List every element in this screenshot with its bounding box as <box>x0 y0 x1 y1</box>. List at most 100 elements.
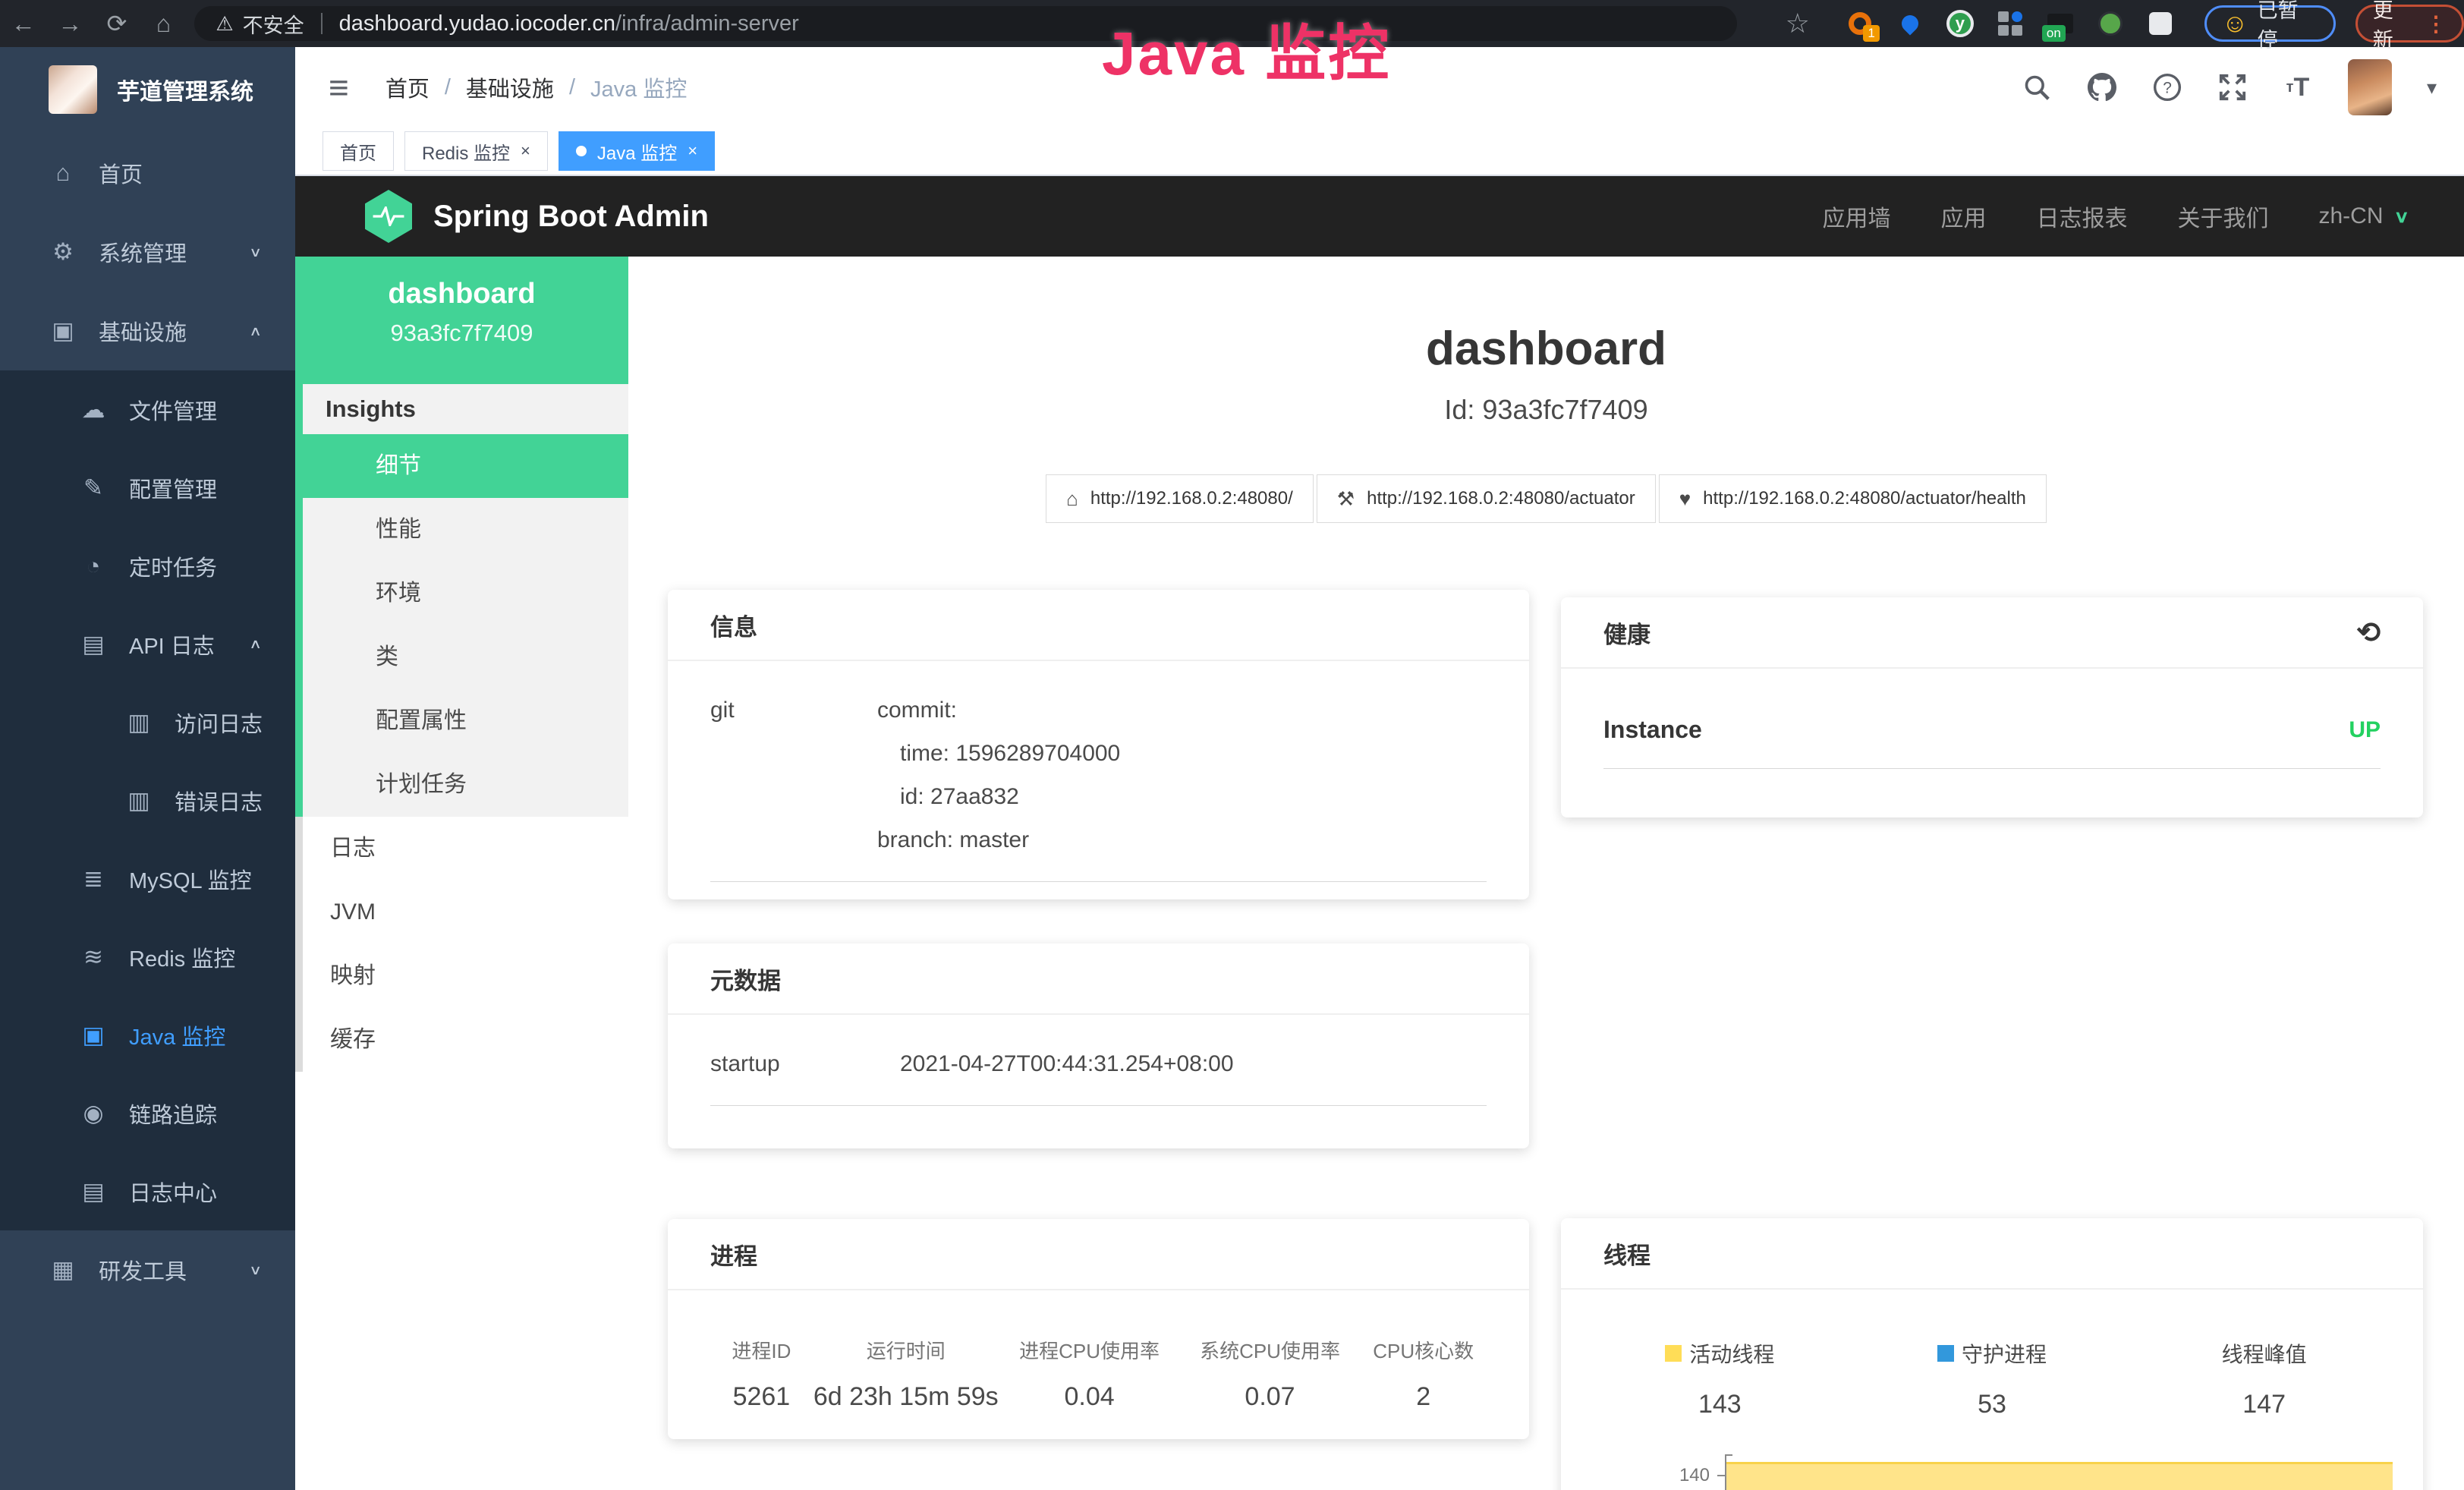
sba-nav-applications[interactable]: 应用 <box>1940 200 1986 233</box>
insights-group-title: Insights <box>303 384 628 434</box>
paused-label: 已暂停 <box>2258 0 2318 53</box>
sba-item-caches[interactable]: 缓存 <box>303 1008 628 1072</box>
url-path: /infra/admin-server <box>615 11 799 36</box>
infrastructure-submenu: ☁ 文件管理 ✎ 配置管理 ◔ 定时任务 ▤ API 日志 ∧ ▥ <box>0 370 295 1230</box>
extension-icon[interactable] <box>2097 10 2124 37</box>
extension-icon[interactable] <box>1997 10 2024 37</box>
sba-nav-journal[interactable]: 日志报表 <box>2036 200 2127 233</box>
close-icon[interactable]: × <box>688 143 697 159</box>
sidebar-item-access-logs[interactable]: ▥ 访问日志 <box>0 683 295 761</box>
sidebar-item-api-logs[interactable]: ▤ API 日志 ∧ <box>0 605 295 683</box>
process-stat: 系统CPU使用率 0.07 <box>1180 1336 1361 1412</box>
breadcrumb-infrastructure[interactable]: 基础设施 <box>466 71 554 103</box>
sidebar-item-home[interactable]: ⌂ 首页 <box>0 134 295 213</box>
annotation-java-monitor: Java 监控 <box>1102 5 1391 93</box>
metadata-card-header: 元数据 <box>668 943 1529 1015</box>
sidebar-item-java-monitor[interactable]: ▣ Java 监控 <box>0 996 295 1074</box>
history-icon[interactable]: ⟲ <box>2356 616 2381 650</box>
status-badge: UP <box>2349 717 2381 743</box>
breadcrumb-home[interactable]: 首页 <box>385 71 430 103</box>
screenshot-root: ← → ⟳ ⌂ ⚠ 不安全 dashboard.yudao.iocoder.cn… <box>0 0 2464 1490</box>
tags-view-bar: 首页 Redis 监控 × Java 监控 × <box>295 128 2464 176</box>
sidebar-item-system-management[interactable]: ⚙ 系统管理 ∨ <box>0 213 295 291</box>
locale-selector[interactable]: zh-CN ∨ <box>2318 203 2409 229</box>
close-icon[interactable]: × <box>521 143 530 159</box>
puzzle-extension-icon[interactable] <box>2147 10 2174 37</box>
browser-home-button[interactable]: ⌂ <box>140 10 187 38</box>
sidebar-item-scheduled-tasks[interactable]: ◔ 定时任务 <box>0 527 295 605</box>
sba-brand-title: Spring Boot Admin <box>433 200 709 234</box>
sba-item-logs[interactable]: 日志 <box>303 817 628 880</box>
process-card: 进程 进程ID 5261 运行时间 6d 23h 15m 59s 进程C <box>668 1219 1529 1439</box>
admin-sidebar: 芋道管理系统 ⌂ 首页 ⚙ 系统管理 ∨ ▣ 基础设施 ∧ ☁ 文件管理 <box>0 47 295 1490</box>
page-instance-id: Id: 93a3fc7f7409 <box>628 394 2464 426</box>
tab-redis-monitor[interactable]: Redis 监控 × <box>404 131 548 171</box>
sba-item-config-props[interactable]: 配置属性 <box>303 689 628 753</box>
sidebar-item-config-management[interactable]: ✎ 配置管理 <box>0 449 295 527</box>
sidebar-item-redis-monitor[interactable]: ≋ Redis 监控 <box>0 918 295 996</box>
sba-item-scheduled-tasks[interactable]: 计划任务 <box>303 753 628 817</box>
instance-header[interactable]: dashboard 93a3fc7f7409 <box>295 257 628 384</box>
page-title: dashboard <box>628 322 2464 376</box>
help-icon[interactable]: ? <box>2152 72 2182 102</box>
sidebar-item-infrastructure[interactable]: ▣ 基础设施 ∧ <box>0 291 295 370</box>
tab-java-monitor[interactable]: Java 监控 × <box>559 131 715 171</box>
browser-forward-button[interactable]: → <box>47 10 94 38</box>
sba-item-classes[interactable]: 类 <box>303 625 628 689</box>
sba-item-jvm[interactable]: JVM <box>303 880 628 944</box>
sidebar-item-mysql-monitor[interactable]: ≣ MySQL 监控 <box>0 840 295 918</box>
instance-id: 93a3fc7f7409 <box>295 320 628 347</box>
instance-health-row: Instance UP <box>1603 716 2381 769</box>
bookmark-star-icon[interactable]: ☆ <box>1786 8 1810 39</box>
extension-icon[interactable]: on <box>2047 10 2074 37</box>
sba-nav-wallboard[interactable]: 应用墙 <box>1822 200 1890 233</box>
pin-extension-icon[interactable] <box>1896 10 1924 37</box>
paused-profile-badge[interactable]: ☺ 已暂停 <box>2204 5 2336 42</box>
startup-row: startup 2021-04-27T00:44:31.254+08:00 <box>710 1042 1487 1106</box>
extension-icon[interactable]: 1 <box>1846 10 1874 37</box>
avatar[interactable] <box>2348 59 2392 115</box>
thread-stats: 活动线程 143 守护进程 53 线程峰值 147 <box>1584 1317 2400 1419</box>
tab-home[interactable]: 首页 <box>323 131 394 171</box>
threads-card-header: 线程 <box>1561 1218 2423 1290</box>
document-icon: ▥ <box>124 709 153 736</box>
sidebar-item-error-logs[interactable]: ▥ 错误日志 <box>0 761 295 840</box>
extension-icon[interactable]: y <box>1946 10 1974 37</box>
sba-nav-about[interactable]: 关于我们 <box>2177 200 2268 233</box>
address-bar[interactable]: ⚠ 不安全 dashboard.yudao.iocoder.cn /infra/… <box>194 6 1736 41</box>
app-logo-row: 芋道管理系统 <box>0 47 295 132</box>
health-url-link[interactable]: ♥ http://192.168.0.2:48080/actuator/heal… <box>1659 474 2047 523</box>
sidebar-item-trace[interactable]: ◉ 链路追踪 <box>0 1074 295 1152</box>
actuator-url-link[interactable]: ⚒ http://192.168.0.2:48080/actuator <box>1317 474 1656 523</box>
browser-refresh-button[interactable]: ⟳ <box>93 9 140 38</box>
sidebar-item-devtools[interactable]: ▦ 研发工具 ∨ <box>0 1230 295 1309</box>
search-icon[interactable] <box>2022 72 2052 102</box>
breadcrumb-separator: / <box>445 75 451 100</box>
sba-item-mappings[interactable]: 映射 <box>303 944 628 1008</box>
sba-item-metrics[interactable]: 性能 <box>303 498 628 562</box>
service-url-link[interactable]: ⌂ http://192.168.0.2:48080/ <box>1046 474 1314 523</box>
sidebar-item-file-management[interactable]: ☁ 文件管理 <box>0 370 295 449</box>
sidebar-menu: ⌂ 首页 ⚙ 系统管理 ∨ ▣ 基础设施 ∧ ☁ 文件管理 ✎ 配置管 <box>0 134 295 1309</box>
git-label: git <box>710 688 877 862</box>
sba-item-environment[interactable]: 环境 <box>303 562 628 625</box>
right-card-column: 健康 ⟲ Instance UP 线程 <box>1561 597 2423 1490</box>
sba-plain-items: 日志 JVM 映射 缓存 <box>295 817 628 1072</box>
document-icon: ▤ <box>79 1178 108 1205</box>
sba-item-details[interactable]: 细节 <box>303 434 628 498</box>
browser-update-button[interactable]: 更新 ⋮ <box>2355 5 2464 43</box>
git-info-row: git commit: time: 1596289704000 id: 27aa… <box>710 688 1487 882</box>
github-icon[interactable] <box>2087 72 2117 102</box>
legend-square-blue <box>1937 1345 1954 1362</box>
heartbeat-icon: ♥ <box>1679 487 1691 511</box>
sidebar-item-log-center[interactable]: ▤ 日志中心 <box>0 1152 295 1230</box>
startup-label: startup <box>710 1042 900 1085</box>
browser-menu-icon[interactable]: ⋮ <box>2425 11 2447 36</box>
monitor-icon: ▣ <box>79 1022 108 1049</box>
font-size-icon[interactable]: тT <box>2283 72 2313 102</box>
fullscreen-icon[interactable] <box>2217 72 2248 102</box>
y-tick-label: 140 <box>1657 1465 1710 1486</box>
caret-down-icon[interactable]: ▾ <box>2427 76 2437 99</box>
browser-back-button[interactable]: ← <box>0 10 47 38</box>
hamburger-icon[interactable]: ≡ <box>329 70 349 105</box>
